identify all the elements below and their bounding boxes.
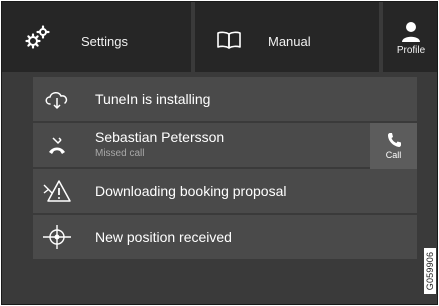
image-code-text: G059906 xyxy=(425,251,435,291)
phone-icon xyxy=(387,133,401,147)
gears-icon xyxy=(25,25,50,49)
missed-call-icon xyxy=(49,137,65,154)
profile-button[interactable]: Profile xyxy=(383,2,437,72)
profile-label: Profile xyxy=(396,44,426,56)
service-warning-icon xyxy=(43,180,71,202)
person-icon xyxy=(402,21,420,42)
notification-title: TuneIn is installing xyxy=(95,91,211,107)
map-position-icon xyxy=(43,225,71,249)
notification-list: TuneIn is installing Sebastian Petersson… xyxy=(33,77,417,261)
caller-name: Sebastian Petersson xyxy=(95,129,225,145)
notification-title: Downloading booking proposal xyxy=(95,183,287,199)
image-code: G059906 xyxy=(424,248,436,294)
cloud-download-icon xyxy=(45,92,68,110)
manual-button[interactable]: Manual xyxy=(195,2,379,72)
notification-title: New position received xyxy=(95,229,232,245)
call-label: Call xyxy=(385,150,402,160)
call-button[interactable]: Call xyxy=(370,123,417,169)
settings-label: Settings xyxy=(81,34,128,49)
center-display: Settings Manual Profile TuneIn is instal… xyxy=(1,1,438,305)
notification-item-tunein[interactable]: TuneIn is installing xyxy=(33,77,417,123)
manual-label: Manual xyxy=(268,34,311,49)
notification-item-booking[interactable]: Downloading booking proposal xyxy=(33,169,417,215)
book-icon xyxy=(217,31,241,49)
notification-item-missed-call[interactable]: Sebastian Petersson Missed call Call xyxy=(33,123,417,169)
settings-button[interactable]: Settings xyxy=(2,2,191,72)
missed-call-status: Missed call xyxy=(95,148,145,159)
notification-item-position[interactable]: New position received xyxy=(33,215,417,261)
top-bar: Settings Manual Profile xyxy=(2,2,437,72)
